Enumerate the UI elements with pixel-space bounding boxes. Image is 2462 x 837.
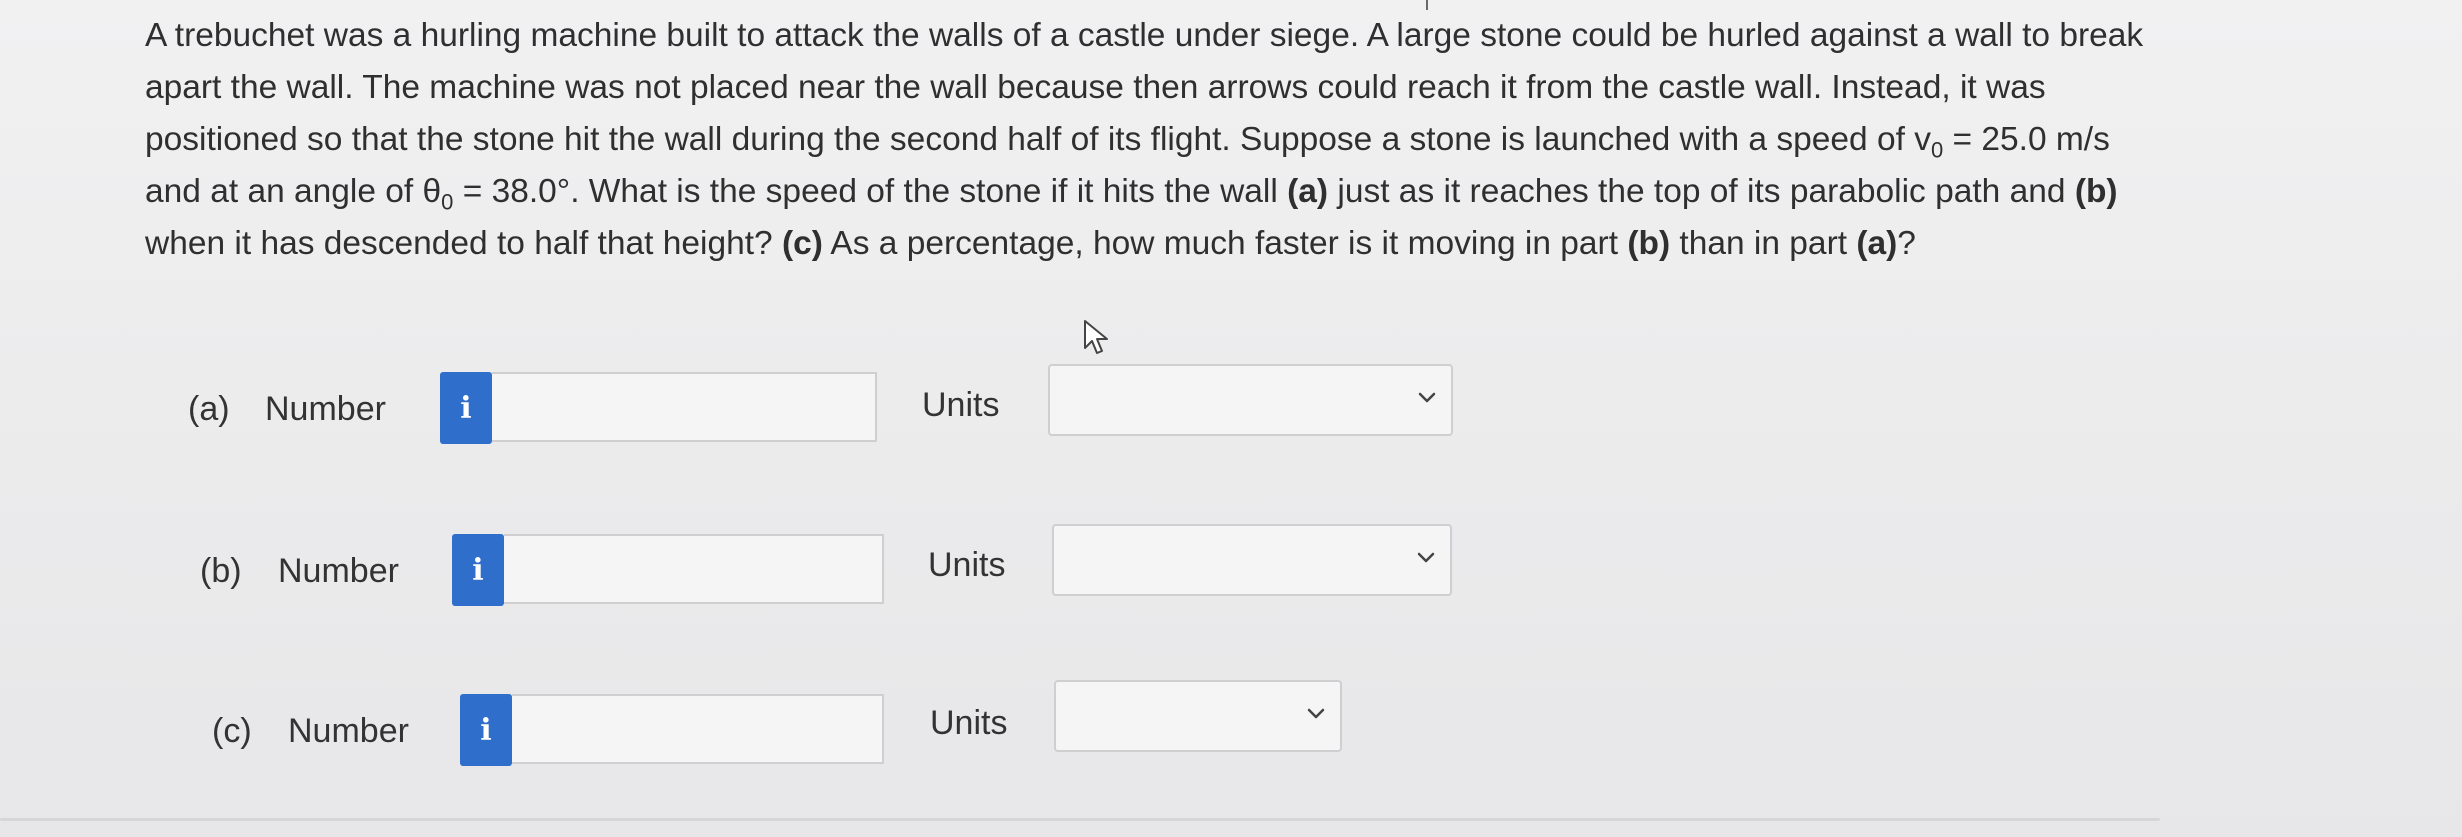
number-input-b[interactable] [504, 534, 884, 604]
problem-line-5: when it has descended to half that heigh… [145, 225, 1916, 262]
answer-row-a: (a) Number i Units [0, 364, 1500, 448]
units-label-b: Units [928, 546, 1006, 584]
page: A trebuchet was a hurling machine built … [0, 0, 2462, 837]
info-icon: i [480, 712, 492, 748]
chevron-down-icon [1307, 708, 1325, 719]
part-label-a: (a) [188, 390, 230, 428]
answer-row-b: (b) Number i Units [0, 524, 1500, 610]
part-label-b: (b) [200, 552, 242, 590]
number-input-c[interactable] [512, 694, 884, 764]
number-label-a: Number [265, 390, 386, 428]
number-input-a[interactable] [492, 372, 877, 442]
units-select-c[interactable] [1054, 680, 1342, 752]
info-button-b[interactable]: i [452, 534, 504, 606]
problem-statement: A trebuchet was a hurling machine built … [145, 10, 2225, 270]
info-button-a[interactable]: i [440, 372, 492, 444]
number-label-c: Number [288, 712, 409, 750]
chevron-down-icon [1418, 392, 1436, 403]
units-label-a: Units [922, 386, 1000, 424]
info-icon: i [460, 390, 472, 426]
problem-line-3: positioned so that the stone hit the wal… [145, 121, 2110, 163]
problem-line-4: and at an angle of θ0 = 38.0°. What is t… [145, 173, 2118, 215]
tick-mark [1426, 0, 1428, 10]
chevron-down-icon [1417, 552, 1435, 563]
answer-row-c: (c) Number i Units [0, 680, 1500, 770]
units-select-b[interactable] [1052, 524, 1452, 596]
problem-line-2: apart the wall. The machine was not plac… [145, 69, 2046, 106]
info-button-c[interactable]: i [460, 694, 512, 766]
bottom-divider [0, 818, 2160, 821]
info-icon: i [472, 552, 484, 588]
part-label-c: (c) [212, 712, 252, 750]
units-label-c: Units [930, 704, 1008, 742]
mouse-cursor-icon [1084, 320, 1108, 354]
units-select-a[interactable] [1048, 364, 1453, 436]
number-label-b: Number [278, 552, 399, 590]
problem-line-1: A trebuchet was a hurling machine built … [145, 17, 2144, 54]
